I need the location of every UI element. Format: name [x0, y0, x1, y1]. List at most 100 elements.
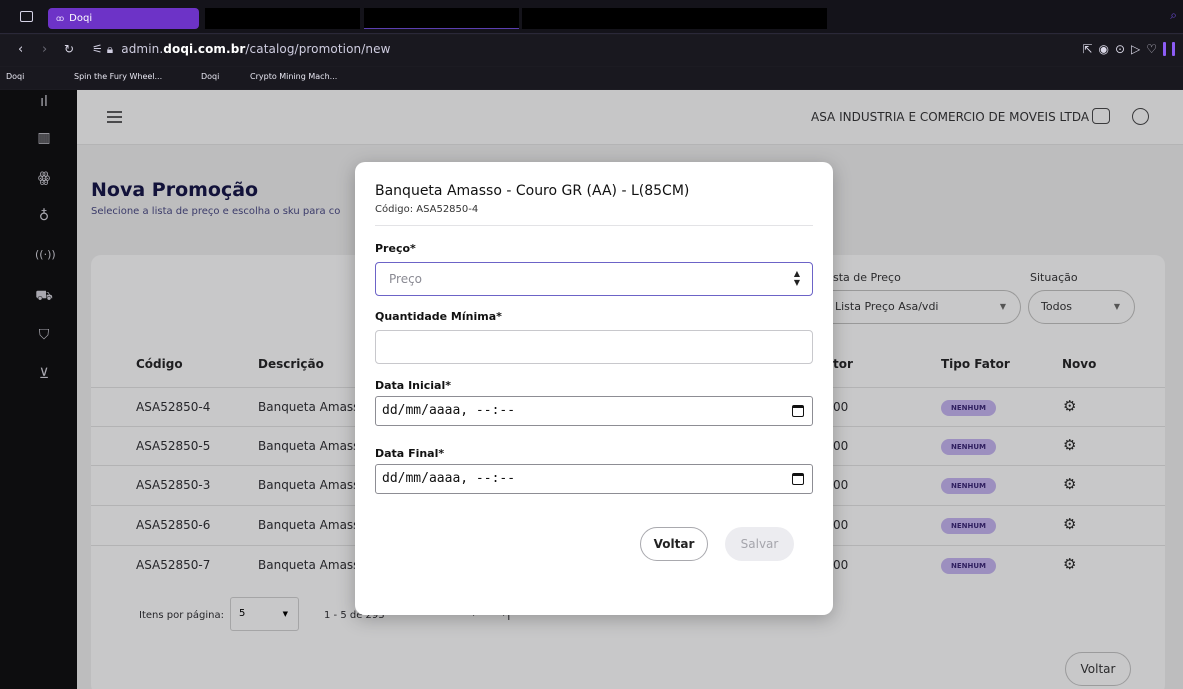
items-per-page-select[interactable]: 5 ▼ [230, 597, 299, 631]
gear-icon[interactable]: ⚙ [1063, 515, 1076, 533]
bookmark-doqi[interactable]: Doqi [6, 72, 24, 81]
tab-label: Doqi [69, 13, 93, 24]
col-tipo-fator: Tipo Fator [941, 357, 1010, 371]
menu-icon[interactable] [107, 111, 122, 123]
heart-icon[interactable]: ♡ [1146, 42, 1157, 56]
end-date-input[interactable]: dd/mm/aaaa, --:-- [375, 464, 813, 494]
price-list-label: sta de Preço [833, 271, 901, 284]
calendar-icon[interactable] [792, 405, 804, 417]
group-icon[interactable]: ꙮ [35, 170, 53, 186]
chart-icon[interactable]: ıl [35, 94, 53, 110]
price-list-select[interactable]: Lista Preço Asa/vdi ▼ [823, 290, 1021, 324]
price-input[interactable]: Preço ▲ ▼ [375, 262, 813, 296]
promotion-dialog: Banqueta Amasso - Couro GR (AA) - L(85CM… [355, 162, 833, 615]
col-descricao: Descrição [258, 357, 324, 371]
shield-icon[interactable]: ⊙ [1115, 42, 1125, 56]
screenshot-icon[interactable]: ◉ [1098, 42, 1108, 56]
search-icon[interactable]: ⌕ [1170, 8, 1177, 23]
bookmark-doqi-2[interactable]: Doqi [201, 72, 219, 81]
row-fator: 00 [833, 439, 849, 453]
dialog-save-button[interactable]: Salvar [725, 527, 794, 561]
url-path: /catalog/promotion/new [245, 42, 391, 56]
cart-icon[interactable]: ⊻ [35, 366, 53, 382]
row-desc: Banqueta Amasso [258, 518, 367, 532]
dialog-product-code: Código: ASA52850-4 [375, 204, 479, 215]
end-date-label: Data Final* [375, 447, 445, 460]
chevron-down-icon: ▼ [282, 610, 288, 618]
col-codigo: Código [136, 357, 183, 371]
row-fator: 00 [833, 400, 849, 414]
tipo-fator-badge: NENHUM [941, 478, 996, 494]
browser-tab[interactable] [522, 8, 827, 29]
toolbar-icons: ⇱ ◉ ⊙ ▷ ♡ [1082, 42, 1175, 56]
tipo-fator-badge: NENHUM [941, 518, 996, 534]
truck-icon[interactable]: ⛟ [35, 288, 53, 306]
bookmark-crypto-mining[interactable]: Crypto Mining Mach... [250, 72, 337, 81]
number-stepper-icon[interactable]: ▲ ▼ [794, 269, 800, 287]
items-per-page-value: 5 [239, 608, 246, 619]
browser-tab[interactable] [205, 8, 360, 29]
sidebar-toggle-icon[interactable] [1163, 42, 1166, 56]
row-desc: Banqueta Amasso [258, 400, 367, 414]
row-code: ASA52850-6 [136, 518, 211, 532]
reload-icon[interactable]: ↻ [64, 42, 74, 56]
inbox-icon[interactable] [1092, 108, 1110, 124]
building-icon[interactable]: ▥ [35, 130, 53, 146]
col-fator: tor [833, 357, 853, 371]
lock-icon: 🔒︎ [106, 42, 114, 56]
browser-url-bar: ‹ › ↻ ⚟ 🔒︎ admin.doqi.com.br/catalog/prom… [0, 35, 1183, 66]
site-settings-icon[interactable]: ⚟ [92, 42, 103, 56]
address-field[interactable]: ⚟ 🔒︎ admin.doqi.com.br/catalog/promotion/… [92, 42, 391, 57]
user-icon[interactable] [1132, 108, 1149, 125]
gear-icon[interactable]: ⚙ [1063, 475, 1076, 493]
status-value: Todos [1041, 300, 1073, 313]
extension-icon[interactable] [1172, 42, 1175, 56]
gear-icon[interactable]: ⚙ [1063, 397, 1076, 415]
price-list-value: Lista Preço Asa/vdi [835, 300, 939, 313]
doqi-favicon-icon: ꝏ [56, 14, 65, 23]
dialog-title: Banqueta Amasso - Couro GR (AA) - L(85CM… [375, 183, 690, 199]
app-header: ASA INDUSTRIA E COMERCIO DE MOVEIS LTDA [77, 90, 1183, 145]
forward-icon[interactable]: › [42, 42, 47, 57]
start-date-input[interactable]: dd/mm/aaaa, --:-- [375, 396, 813, 426]
users-icon[interactable]: ♁ [35, 208, 53, 224]
dialog-divider [375, 225, 813, 226]
browser-tab[interactable] [364, 8, 519, 29]
start-date-label: Data Inicial* [375, 379, 451, 392]
back-button[interactable]: Voltar [1065, 652, 1131, 686]
app-sidebar: ıl ▥ ꙮ ♁ ((·)) ⛟ ⛉ ⊻ [0, 90, 77, 689]
send-icon[interactable]: ▷ [1131, 42, 1140, 56]
browser-tab-doqi[interactable]: ꝏ Doqi [48, 8, 199, 29]
tipo-fator-badge: NENHUM [941, 439, 996, 455]
price-label: Preço* [375, 242, 416, 255]
share-icon[interactable]: ⇱ [1082, 42, 1092, 56]
gear-icon[interactable]: ⚙ [1063, 555, 1076, 573]
bookmarks-bar: Doqi Spin the Fury Wheel... Doqi Crypto … [0, 67, 1183, 89]
tab-overview-icon[interactable] [20, 11, 33, 22]
col-novo: Novo [1062, 357, 1097, 371]
broadcast-icon[interactable]: ((·)) [35, 248, 56, 261]
dialog-back-button[interactable]: Voltar [640, 527, 708, 561]
status-select[interactable]: Todos ▼ [1028, 290, 1135, 324]
calendar-icon[interactable] [792, 473, 804, 485]
chevron-down-icon: ▼ [999, 302, 1006, 311]
bag-icon[interactable]: ⛉ [35, 327, 53, 343]
back-icon[interactable]: ‹ [18, 42, 23, 57]
row-fator: 00 [833, 478, 849, 492]
browser-tab-bar: ꝏ Doqi ⌕ [0, 0, 1183, 34]
url-prefix: admin. [121, 42, 164, 56]
row-code: ASA52850-3 [136, 478, 211, 492]
end-date-value: dd/mm/aaaa, --:-- [382, 471, 516, 486]
page-subtitle: Selecione a lista de preço e escolha o s… [91, 206, 341, 217]
tipo-fator-badge: NENHUM [941, 400, 996, 416]
gear-icon[interactable]: ⚙ [1063, 436, 1076, 454]
bookmark-spin-wheel[interactable]: Spin the Fury Wheel... [74, 72, 162, 81]
items-per-page-label: Itens por página: [139, 610, 224, 621]
url-domain: doqi.com.br [163, 42, 246, 56]
status-label: Situação [1030, 271, 1078, 284]
company-name: ASA INDUSTRIA E COMERCIO DE MOVEIS LTDA [811, 110, 1090, 124]
min-qty-input[interactable] [375, 330, 813, 364]
price-placeholder: Preço [389, 272, 423, 286]
row-desc: Banqueta Amasso [258, 439, 367, 453]
row-code: ASA52850-4 [136, 400, 211, 414]
